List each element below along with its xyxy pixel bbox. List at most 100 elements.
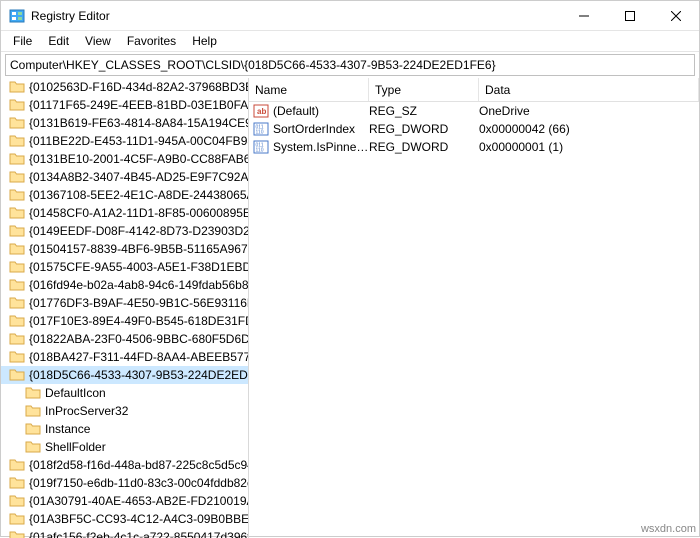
tree-key[interactable]: {016fd94e-b02a-4ab8-94c6-149fdab56b8d} bbox=[1, 276, 248, 294]
tree-item-label: InProcServer32 bbox=[45, 404, 128, 418]
value-row[interactable]: SortOrderIndexREG_DWORD0x00000042 (66) bbox=[249, 120, 699, 138]
tree-key[interactable]: {01504157-8839-4BF6-9B5B-51165A967B2B} bbox=[1, 240, 248, 258]
close-button[interactable] bbox=[653, 1, 699, 31]
tree-item-label: {01776DF3-B9AF-4E50-9B1C-56E93116D704} bbox=[29, 296, 249, 310]
folder-icon bbox=[9, 205, 25, 221]
tree-key[interactable]: {0131B619-FE63-4814-8A84-15A194CE9CE3} bbox=[1, 114, 248, 132]
folder-icon bbox=[25, 403, 41, 419]
tree-key[interactable]: {017F10E3-89E4-49F0-B545-618DE31FD27C} bbox=[1, 312, 248, 330]
folder-icon bbox=[25, 385, 41, 401]
tree-key[interactable]: {018f2d58-f16d-448a-bd87-225c8c5d5c94} bbox=[1, 456, 248, 474]
folder-icon bbox=[9, 331, 25, 347]
folder-icon bbox=[9, 493, 25, 509]
folder-icon bbox=[9, 241, 25, 257]
tree-item-label: {019f7150-e6db-11d0-83c3-00c04fddb82e} bbox=[29, 476, 249, 490]
tree-key[interactable]: {0131BE10-2001-4C5F-A9B0-CC88FAB64CE8} bbox=[1, 150, 248, 168]
window-title: Registry Editor bbox=[31, 9, 561, 23]
tree-item-label: {01504157-8839-4BF6-9B5B-51165A967B2B} bbox=[29, 242, 249, 256]
tree-item-label: {01367108-5EE2-4E1C-A8DE-24438065ABC9} bbox=[29, 188, 249, 202]
value-name: (Default) bbox=[273, 104, 369, 118]
tree-key[interactable]: {01458CF0-A1A2-11D1-8F85-00600895E7D5} bbox=[1, 204, 248, 222]
watermark: wsxdn.com bbox=[641, 523, 696, 535]
tree-key[interactable]: {019f7150-e6db-11d0-83c3-00c04fddb82e} bbox=[1, 474, 248, 492]
col-header-name[interactable]: Name bbox=[249, 78, 369, 101]
tree-item-label: {0149EEDF-D08F-4142-8D73-D23903D21E90} bbox=[29, 224, 249, 238]
tree-item-label: {011BE22D-E453-11D1-945A-00C04FB984F9} bbox=[29, 134, 249, 148]
maximize-button[interactable] bbox=[607, 1, 653, 31]
tree-key[interactable]: {0149EEDF-D08F-4142-8D73-D23903D21E90} bbox=[1, 222, 248, 240]
tree-item-label: {018BA427-F311-44FD-8AA4-ABEEB57739D9} bbox=[29, 350, 249, 364]
value-type: REG_DWORD bbox=[369, 122, 479, 136]
tree-key[interactable]: {0134A8B2-3407-4B45-AD25-E9F7C92A80BC} bbox=[1, 168, 248, 186]
tree-item-label: Instance bbox=[45, 422, 90, 436]
values-list[interactable]: Name Type Data (Default)REG_SZOneDriveSo… bbox=[249, 78, 699, 538]
menu-help[interactable]: Help bbox=[184, 32, 225, 50]
value-name: System.IsPinned... bbox=[273, 140, 369, 154]
folder-icon bbox=[9, 223, 25, 239]
folder-icon bbox=[9, 313, 25, 329]
folder-icon bbox=[25, 421, 41, 437]
value-row[interactable]: System.IsPinned...REG_DWORD0x00000001 (1… bbox=[249, 138, 699, 156]
tree-subkey[interactable]: ShellFolder bbox=[1, 438, 248, 456]
tree-key[interactable]: {01A3BF5C-CC93-4C12-A4C3-09B0BBE7F63F} bbox=[1, 510, 248, 528]
menu-file[interactable]: File bbox=[5, 32, 40, 50]
tree-key[interactable]: {018BA427-F311-44FD-8AA4-ABEEB57739D9} bbox=[1, 348, 248, 366]
tree-subkey[interactable]: Instance bbox=[1, 420, 248, 438]
minimize-button[interactable] bbox=[561, 1, 607, 31]
value-data: 0x00000001 (1) bbox=[479, 140, 699, 154]
col-header-data[interactable]: Data bbox=[479, 78, 699, 101]
tree-item-label: {01822ABA-23F0-4506-9BBC-680F5D6D606C} bbox=[29, 332, 249, 346]
tree-view[interactable]: {0102563D-F16D-434d-82A2-37968BD3E31E} {0… bbox=[1, 78, 249, 538]
tree-item-label: {018D5C66-4533-4307-9B53-224DE2ED1FE6} bbox=[29, 368, 249, 382]
menubar: File Edit View Favorites Help bbox=[1, 31, 699, 52]
menu-view[interactable]: View bbox=[77, 32, 119, 50]
folder-icon bbox=[9, 133, 25, 149]
menu-favorites[interactable]: Favorites bbox=[119, 32, 184, 50]
tree-key[interactable]: {0102563D-F16D-434d-82A2-37968BD3E31E} bbox=[1, 78, 248, 96]
address-bar-text: Computer\HKEY_CLASSES_ROOT\CLSID\{018D5C… bbox=[10, 58, 496, 72]
string-icon bbox=[253, 103, 269, 119]
tree-key[interactable]: {01776DF3-B9AF-4E50-9B1C-56E93116D704} bbox=[1, 294, 248, 312]
tree-item-label: {018f2d58-f16d-448a-bd87-225c8c5d5c94} bbox=[29, 458, 249, 472]
tree-subkey[interactable]: InProcServer32 bbox=[1, 402, 248, 420]
tree-item-label: {01575CFE-9A55-4003-A5E1-F38D1EBDCBE1} bbox=[29, 260, 249, 274]
folder-icon bbox=[9, 169, 25, 185]
tree-key[interactable]: {011BE22D-E453-11D1-945A-00C04FB984F9} bbox=[1, 132, 248, 150]
tree-item-label: {0102563D-F16D-434d-82A2-37968BD3E31E} bbox=[29, 80, 249, 94]
value-type: REG_SZ bbox=[369, 104, 479, 118]
tree-key[interactable]: {01171F65-249E-4EEB-81BD-03E1B0FA1873} bbox=[1, 96, 248, 114]
value-name: SortOrderIndex bbox=[273, 122, 369, 136]
value-row[interactable]: (Default)REG_SZOneDrive bbox=[249, 102, 699, 120]
folder-icon bbox=[9, 349, 25, 365]
tree-key[interactable]: {01367108-5EE2-4E1C-A8DE-24438065ABC9} bbox=[1, 186, 248, 204]
folder-icon bbox=[9, 511, 25, 527]
folder-icon bbox=[9, 367, 25, 383]
folder-icon bbox=[9, 187, 25, 203]
address-bar[interactable]: Computer\HKEY_CLASSES_ROOT\CLSID\{018D5C… bbox=[5, 54, 695, 76]
tree-subkey[interactable]: DefaultIcon bbox=[1, 384, 248, 402]
tree-item-label: {01458CF0-A1A2-11D1-8F85-00600895E7D5} bbox=[29, 206, 249, 220]
tree-item-label: {01A3BF5C-CC93-4C12-A4C3-09B0BBE7F63F} bbox=[29, 512, 249, 526]
tree-key[interactable]: {018D5C66-4533-4307-9B53-224DE2ED1FE6} bbox=[1, 366, 248, 384]
tree-item-label: {0134A8B2-3407-4B45-AD25-E9F7C92A80BC} bbox=[29, 170, 249, 184]
list-header: Name Type Data bbox=[249, 78, 699, 102]
menu-edit[interactable]: Edit bbox=[40, 32, 77, 50]
tree-item-label: ShellFolder bbox=[45, 440, 106, 454]
tree-key[interactable]: {01A30791-40AE-4653-AB2E-FD210019AE88} bbox=[1, 492, 248, 510]
tree-key[interactable]: {01822ABA-23F0-4506-9BBC-680F5D6D606C} bbox=[1, 330, 248, 348]
window-titlebar: Registry Editor bbox=[1, 1, 699, 31]
tree-item-label: {01A30791-40AE-4653-AB2E-FD210019AE88} bbox=[29, 494, 249, 508]
col-header-type[interactable]: Type bbox=[369, 78, 479, 101]
tree-item-label: {0131B619-FE63-4814-8A84-15A194CE9CE3} bbox=[29, 116, 249, 130]
tree-item-label: {0131BE10-2001-4C5F-A9B0-CC88FAB64CE8} bbox=[29, 152, 249, 166]
tree-key[interactable]: {01575CFE-9A55-4003-A5E1-F38D1EBDCBE1} bbox=[1, 258, 248, 276]
folder-icon bbox=[9, 115, 25, 131]
tree-item-label: {017F10E3-89E4-49F0-B545-618DE31FD27C} bbox=[29, 314, 249, 328]
folder-icon bbox=[9, 295, 25, 311]
folder-icon bbox=[9, 259, 25, 275]
binary-icon bbox=[253, 139, 269, 155]
tree-item-label: {01171F65-249E-4EEB-81BD-03E1B0FA1873} bbox=[29, 98, 249, 112]
registry-icon bbox=[9, 8, 25, 24]
folder-icon bbox=[25, 439, 41, 455]
folder-icon bbox=[9, 457, 25, 473]
